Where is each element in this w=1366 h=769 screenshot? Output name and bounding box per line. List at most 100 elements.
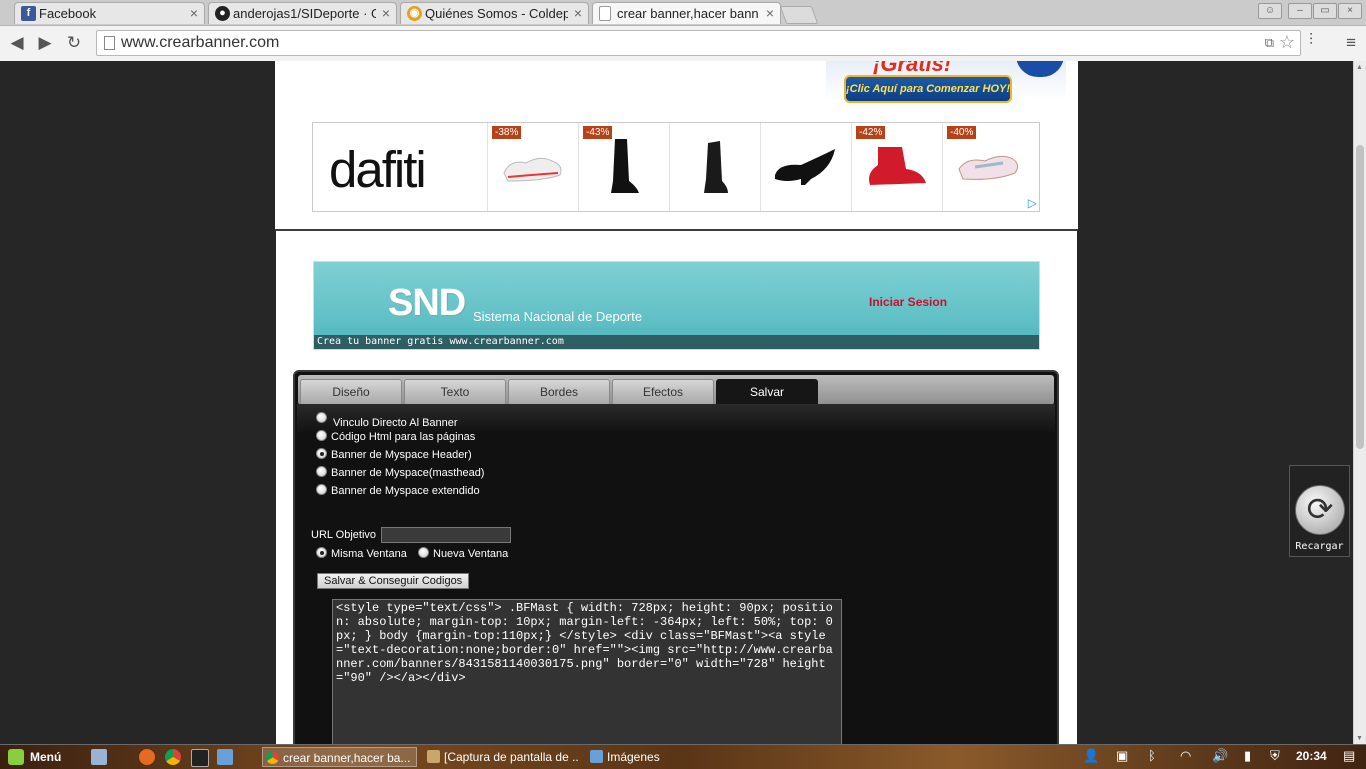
start-menu-button[interactable]: Menú bbox=[8, 747, 61, 767]
option-codigo-html[interactable]: Código Html para las páginas bbox=[316, 430, 475, 443]
url-text[interactable]: www.crearbanner.com bbox=[121, 34, 279, 52]
option-label: Código Html para las páginas bbox=[331, 431, 476, 443]
option-misma-ventana[interactable]: Misma Ventana bbox=[316, 547, 407, 560]
option-myspace-masthead[interactable]: Banner de Myspace(masthead) bbox=[316, 466, 484, 479]
reload-icon[interactable]: ⟳ bbox=[1295, 485, 1345, 535]
maximize-button[interactable]: ▭ bbox=[1313, 3, 1337, 19]
translate-icon[interactable]: ⧉ bbox=[1265, 35, 1274, 51]
task-chrome[interactable]: crear banner,hacer ba... bbox=[262, 747, 417, 767]
tab-salvar[interactable]: Salvar bbox=[716, 379, 818, 405]
chrome-icon bbox=[266, 751, 279, 764]
wifi-icon[interactable]: ◠ bbox=[1180, 748, 1191, 764]
discount-badge: -38% bbox=[492, 126, 522, 139]
heel-image bbox=[775, 149, 835, 185]
tab-texto[interactable]: Texto bbox=[404, 379, 506, 405]
bookmark-star-icon[interactable]: ☆ bbox=[1279, 32, 1295, 53]
user-icon[interactable]: 👤 bbox=[1083, 748, 1099, 764]
discount-badge: -42% bbox=[856, 126, 886, 139]
scroll-up-icon[interactable]: ▲ bbox=[1356, 64, 1363, 71]
ad-product[interactable]: -43% bbox=[578, 123, 669, 211]
bluetooth-icon[interactable]: ᛒ bbox=[1148, 748, 1156, 763]
ad-product[interactable] bbox=[669, 123, 760, 211]
close-window-button[interactable]: × bbox=[1338, 3, 1362, 19]
extension-icon[interactable]: ⫶ bbox=[1309, 32, 1313, 50]
radio-button[interactable] bbox=[316, 484, 327, 495]
firefox-icon[interactable] bbox=[139, 749, 155, 765]
option-nueva-ventana[interactable]: Nueva Ventana bbox=[418, 547, 508, 560]
new-tab-button[interactable] bbox=[779, 6, 819, 24]
chrome-menu-icon[interactable]: ≡ bbox=[1346, 33, 1356, 53]
terminal-icon[interactable] bbox=[191, 749, 209, 767]
notifications-icon[interactable]: ▤ bbox=[1343, 748, 1355, 764]
show-desktop-icon[interactable] bbox=[91, 749, 107, 765]
url-objetivo-label: URL Objetivo bbox=[311, 529, 377, 541]
task-imagenes[interactable]: Imágenes bbox=[587, 747, 687, 767]
tab-github[interactable]: ● anderojas1/SIDeporte · G × bbox=[208, 2, 397, 24]
promo-banner[interactable]: ¡Gratis! ¡Clic Aquí para Comenzar HOY! bbox=[826, 61, 1066, 103]
task-screenshot[interactable]: [Captura de pantalla de ... bbox=[424, 747, 579, 767]
close-icon[interactable]: × bbox=[574, 3, 582, 24]
back-icon[interactable]: ◀ bbox=[7, 33, 27, 53]
forward-icon[interactable]: ▶ bbox=[35, 33, 55, 53]
tab-diseno[interactable]: Diseño bbox=[300, 379, 402, 405]
code-output-textarea[interactable]: <style type="text/css"> .BFMast { width:… bbox=[332, 599, 842, 744]
tab-bordes[interactable]: Bordes bbox=[508, 379, 610, 405]
close-icon[interactable]: × bbox=[382, 3, 390, 24]
minimize-button[interactable]: – bbox=[1288, 3, 1312, 19]
url-objetivo-input[interactable] bbox=[381, 527, 511, 543]
page-top-area: ¡Gratis! ¡Clic Aquí para Comenzar HOY! d… bbox=[275, 61, 1078, 229]
page-viewport: ¡Gratis! ¡Clic Aquí para Comenzar HOY! d… bbox=[0, 61, 1353, 744]
tab-coldeportes[interactable]: ◉ Quiénes Somos - Coldep × bbox=[400, 2, 589, 24]
radio-button[interactable] bbox=[316, 466, 327, 477]
address-bar[interactable]: www.crearbanner.com ⧉ ☆ bbox=[96, 30, 1301, 56]
dafiti-logo: dafiti bbox=[329, 141, 427, 198]
page-scrollbar[interactable]: ▲ ▼ bbox=[1353, 61, 1366, 744]
close-icon[interactable]: × bbox=[190, 3, 198, 24]
tab-crearbanner[interactable]: crear banner,hacer bann × bbox=[592, 2, 781, 24]
radio-button[interactable] bbox=[316, 412, 327, 423]
scrollbar-thumb[interactable] bbox=[1356, 145, 1364, 449]
option-label: Misma Ventana bbox=[331, 548, 407, 560]
chrome-icon[interactable] bbox=[165, 749, 181, 765]
tab-facebook[interactable]: f Facebook × bbox=[14, 2, 205, 24]
reload-widget[interactable]: ⟳ Recargar bbox=[1289, 465, 1350, 557]
save-get-codes-button[interactable]: Salvar & Conseguir Codigos bbox=[317, 573, 470, 589]
screenshot-icon bbox=[427, 750, 440, 763]
promo-start-button[interactable]: ¡Clic Aquí para Comenzar HOY! bbox=[844, 75, 1012, 103]
tab-efectos[interactable]: Efectos bbox=[612, 379, 714, 405]
ad-product[interactable] bbox=[760, 123, 851, 211]
radio-button[interactable] bbox=[418, 547, 429, 558]
radio-button-checked[interactable] bbox=[316, 448, 327, 459]
option-label: Vinculo Directo Al Banner bbox=[333, 417, 458, 429]
clipboard-icon[interactable]: ▣ bbox=[1116, 748, 1128, 764]
folder-icon[interactable] bbox=[217, 749, 233, 765]
battery-icon[interactable]: ▮ bbox=[1244, 748, 1251, 764]
ad-product[interactable]: -38% bbox=[487, 123, 578, 211]
browser-toolbar: ◀ ▶ ↻ www.crearbanner.com ⧉ ☆ ⫶ ≡ bbox=[0, 26, 1366, 62]
clock: 20:34 bbox=[1296, 749, 1327, 763]
boot-image bbox=[704, 141, 728, 193]
banner-title: SND bbox=[388, 282, 466, 324]
tab-title: anderojas1/SIDeporte · G bbox=[233, 6, 376, 21]
profile-icon[interactable]: ☺ bbox=[1258, 3, 1282, 19]
volume-icon[interactable]: 🔊 bbox=[1212, 748, 1228, 764]
option-vinculo-directo[interactable]: Vinculo Directo Al Banner bbox=[316, 412, 458, 429]
banner-subtitle: Sistema Nacional de Deporte bbox=[473, 309, 643, 324]
radio-button[interactable] bbox=[316, 430, 327, 441]
shield-icon[interactable]: ⛨ bbox=[1270, 748, 1280, 764]
editor-body: Vinculo Directo Al Banner Código Html pa… bbox=[297, 404, 1055, 744]
adchoices-icon[interactable]: ▷ bbox=[1028, 196, 1037, 210]
option-myspace-header[interactable]: Banner de Myspace Header) bbox=[316, 448, 472, 461]
ad-product[interactable]: -42% bbox=[851, 123, 942, 211]
boot-image bbox=[611, 139, 639, 193]
radio-button-checked[interactable] bbox=[316, 547, 327, 558]
scroll-down-icon[interactable]: ▼ bbox=[1356, 735, 1363, 742]
bootie-image bbox=[869, 147, 926, 185]
dafiti-ad[interactable]: dafiti -38% -43% -42% -40% ▷ bbox=[312, 122, 1040, 212]
ad-product[interactable]: -40% bbox=[942, 123, 1033, 211]
tab-title: Facebook bbox=[39, 6, 97, 21]
close-icon[interactable]: × bbox=[766, 3, 774, 24]
option-myspace-extendido[interactable]: Banner de Myspace extendido bbox=[316, 484, 480, 497]
reload-icon[interactable]: ↻ bbox=[64, 33, 84, 53]
tab-title: crear banner,hacer bann bbox=[617, 6, 759, 21]
